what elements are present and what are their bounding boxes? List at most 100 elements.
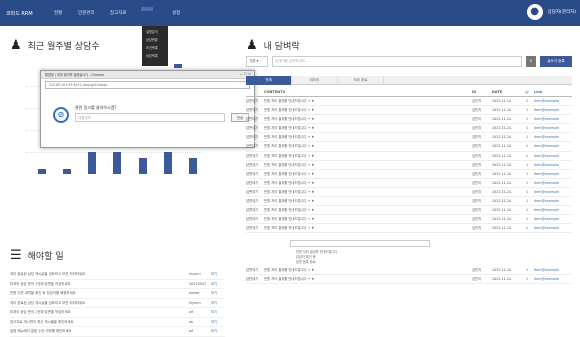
col-header: Link [534,90,543,94]
list-item[interactable]: 미처리 상담 문의 1건에 답변을 작성하세요 20070507 보기 [10,280,225,289]
popup-body: ⊘ 관련 링크를 클릭하시겠? 내용입력 전송 [45,91,250,143]
cell-link[interactable]: item@example [534,266,572,274]
cell-date: 2023-11-24 [492,153,512,158]
browser-popup-window[interactable]: 팝업창 | 외부 링크를 열겠습니다 - Chrome — ☐ ✕ 225.65… [40,70,255,148]
cell-link[interactable]: item@example [534,224,572,232]
list-item[interactable]: 민원 이관 내역을 확인 후 담당자를 배정하세요 emker 보기 [10,289,225,299]
tab-done[interactable]: 처리 완료 [338,76,384,85]
table-row[interactable]: 답변대기 민원 처리 결과를 안내드립니다 → ♦ 김민지 2023-11-24 2 it… [246,97,572,107]
cell-link[interactable]: item@example [534,275,572,283]
nav-item-complaints[interactable]: 민원관리 [78,10,95,16]
cell-link[interactable]: item@example [534,97,572,105]
popup-titlebar[interactable]: 팝업창 | 외부 링크를 열겠습니다 - Chrome — ☐ ✕ [41,71,254,79]
nav-dropdown-menu: 설명분석 상담현황 조건목록 상담목록 [142,26,168,66]
table-row[interactable]: 답변대기 민원 처리 결과를 안내드립니다 → ♦ 김민지 2023-11-24 1 it… [246,275,572,285]
cell-link[interactable]: item@example [534,215,572,223]
table-row[interactable]: 답변대기 민원 처리 결과를 안내드립니다 → ♦ 김민지 2023-11-24 1 it… [246,206,572,216]
task-text: 처리 완료된 상담 게시글을 검토하고 보관 처리하세요 [10,300,86,305]
chart-bar [88,152,97,174]
table-row[interactable]: 답변대기 민원 처리 결과를 안내드립니다 → ♦ 김민지 2023-11-24 1 it… [246,124,572,134]
cell-link[interactable]: item@example [534,161,572,169]
col-header: CONTENTS [264,90,286,94]
table-row[interactable]: 답변대기 민원 처리 결과를 안내드립니다 → ♦ 김민지 2023-11-24 1 it… [246,215,572,225]
task-view-link[interactable]: 보기 [211,280,225,289]
dropdown-item[interactable]: 상담현황 [144,36,166,44]
table-header: CONTENTS ID DATE ☺ Link [246,88,572,97]
nav-item-settings[interactable]: 설정 [172,10,180,16]
cell-status: 답변대기 [246,171,259,176]
table-row[interactable]: 답변대기 민원 처리 결과를 안내드립니다 → ♦ 김민지 2023-11-24 1 it… [246,142,572,152]
chart-bar [38,168,46,174]
cell-link[interactable]: item@example [534,152,572,160]
brand-logo[interactable]: 코파드 RRM [6,10,33,17]
nav-item-references[interactable]: 참고자료 [110,10,127,16]
tab-pending[interactable]: 미처리 [292,76,338,85]
cell-link[interactable]: item@example [534,188,572,196]
table-row[interactable]: 답변대기 민원 처리 결과를 안내드립니다 → ♦ 김민지 2023-11-24 1 it… [246,197,572,207]
filter-select[interactable]: 기본 ▾ [246,56,268,67]
list-item[interactable]: 참고자료 게시판의 최신 게시물을 확인하세요 ok 보기 [10,318,225,327]
table-row[interactable]: 답변대기 민원 처리 결과를 안내드립니다 → ♦ 김민지 2023-11-24 1 it… [246,133,572,143]
table-row[interactable]: 답변대기 민원 처리 결과를 안내드립니다 → ♦ 김민지 2023-11-24 1 it… [246,179,572,188]
table-row[interactable]: 답변대기 민원 처리 결과를 안내드립니다 → ♦ 김민지 2023-11-24 1 it… [246,170,572,179]
table-row[interactable]: 답변대기 민원 처리 결과를 안내드립니다 → ♦ 김민지 2023-11-24 1 it… [246,161,572,170]
popup-url-bar[interactable]: 225.65.201.93:9012 /popup/Chatrep [45,81,250,89]
task-view-link[interactable]: 보기 [211,299,225,308]
chart-bar [138,157,147,174]
search-icon[interactable]: ⌕ [526,56,536,67]
cell-link[interactable]: item@example [534,170,572,178]
cell-reaction-count: 1 [525,117,529,122]
list-item[interactable]: 미처리 상담 문의 1건에 답변을 작성하세요 wf 보기 [10,308,225,318]
task-view-link[interactable]: 보기 [211,289,225,298]
cell-date: 2023-11-24 [492,144,512,149]
cell-link[interactable]: item@example [534,106,572,114]
list-item[interactable]: 처리 완료된 상담 게시글을 검토하고 보관 처리하세요 Ihyunn 보기 [10,299,225,308]
cell-link[interactable]: item@example [534,206,572,214]
cell-link[interactable]: item@example [534,133,572,141]
cell-link[interactable]: item@example [534,115,572,123]
cell-date: 2023-11-24 [492,99,512,103]
list-item[interactable]: 처리 완료된 상담 게시글을 검토하고 보관 처리하세요 Ihyunn 보기 [10,270,225,280]
cell-status: 답변대기 [246,226,259,231]
cell-status: 답변대기 [246,217,259,222]
cell-link[interactable]: item@example [534,197,572,205]
write-post-button[interactable]: 글쓰기 등록 [540,56,572,67]
table-row[interactable]: 답변대기 민원 처리 결과를 안내드립니다 → ♦ 김민지 2023-11-24 1 it… [246,106,572,116]
table-row[interactable]: 답변대기 민원 처리 결과를 안내드립니다 → ♦ 김민지 2023-11-24 1 it… [246,188,572,198]
cell-contents: 민원 처리 결과를 안내드립니다 → ♦ [264,126,315,131]
task-view-link[interactable]: 보기 [211,318,225,327]
cell-reaction-count: 1 [525,277,529,282]
table-row[interactable]: 답변대기 민원 처리 결과를 안내드립니다 → ♦ 김민지 2023-11-24 1 it… [246,266,572,276]
reply-input[interactable] [290,240,430,247]
cell-reaction-count: 1 [525,226,529,231]
cell-author-id: 김민지 [472,162,482,167]
cell-date: 2023-11-24 [492,199,512,204]
cell-status: 답변대기 [246,199,259,204]
cell-date: 2023-11-24 [492,126,512,131]
task-view-link[interactable]: 보기 [211,308,225,317]
search-input[interactable]: 검색어를 입력하세요 [272,56,522,67]
task-owner: ok [189,319,194,324]
cell-contents: 민원 처리 결과를 안내드립니다 → ♦ [264,199,315,204]
cell-link[interactable]: item@example [534,142,572,150]
cell-link[interactable]: item@example [534,179,572,187]
task-view-link[interactable]: 보기 [211,327,225,336]
cell-contents: 민원 처리 결과를 안내드립니다 → ♦ [264,189,315,194]
list-item[interactable]: 설정 메뉴에서 알림 수신 여부를 확인하세요 wf 보기 [10,327,225,337]
dropdown-item[interactable]: 상담목록 [144,52,166,60]
table-row[interactable]: 답변대기 민원 처리 결과를 안내드립니다 → ♦ 김민지 2023-11-24 1 it… [246,115,572,125]
dropdown-item[interactable]: 조건목록 [144,44,166,52]
task-view-link[interactable]: 보기 [211,270,225,279]
col-header: ID [472,90,477,94]
nav-item-status[interactable]: 현황 [54,10,62,16]
popup-input[interactable]: 내용입력 [75,113,225,122]
table-row[interactable]: 답변대기 민원 처리 결과를 안내드립니다 → ♦ 김민지 2023-11-24 1 it… [246,224,572,234]
table-row[interactable]: 답변대기 민원 처리 결과를 안내드립니다 → ♦ 김민지 2023-11-24 1 it… [246,152,572,161]
cell-link[interactable]: item@example [534,124,572,132]
tab-all[interactable]: 전체 [246,76,292,85]
cell-author-id: 김민지 [472,226,482,231]
cell-contents: 민원 처리 결과를 안내드립니다 → ♦ [264,226,315,231]
dropdown-item[interactable]: 설명분석 [144,28,166,36]
user-box[interactable]: ● 상담자(관리자) [526,4,576,20]
nav-item-active[interactable] [141,7,153,11]
